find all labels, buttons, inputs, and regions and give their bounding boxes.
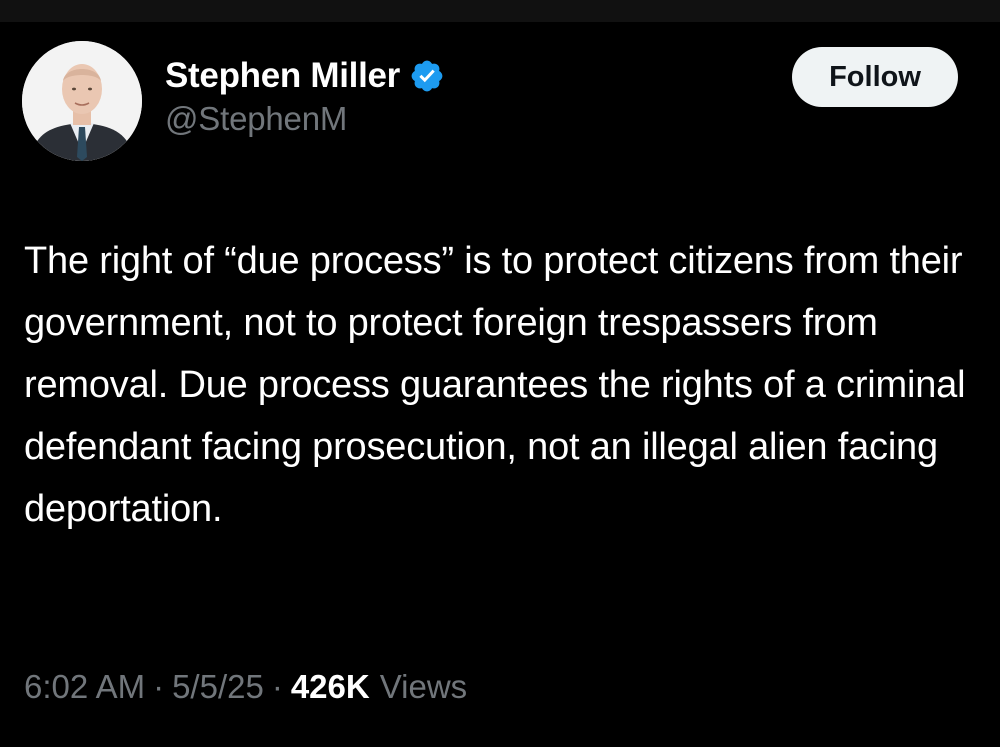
display-name[interactable]: Stephen Miller	[165, 56, 400, 96]
top-bar	[0, 0, 1000, 22]
verified-badge-icon[interactable]	[409, 58, 445, 94]
author-info: Stephen Miller @StephenM	[165, 54, 445, 138]
meta-separator: ·	[153, 668, 165, 705]
views-label[interactable]: Views	[380, 668, 467, 706]
tweet-date[interactable]: 5/5/25	[172, 668, 264, 706]
name-row: Stephen Miller	[165, 54, 445, 98]
avatar[interactable]	[22, 41, 142, 161]
handle[interactable]: @StephenM	[165, 100, 445, 138]
tweet-time[interactable]: 6:02 AM	[24, 668, 145, 706]
meta-separator: ·	[271, 668, 283, 705]
tweet-text: The right of “due process” is to protect…	[24, 240, 966, 530]
profile-photo	[22, 41, 142, 161]
tweet-card: Stephen Miller @StephenM Follow The righ…	[0, 22, 1000, 747]
views-count[interactable]: 426K	[291, 668, 370, 706]
follow-button[interactable]: Follow	[792, 47, 958, 107]
tweet-meta: 6:02 AM · 5/5/25 · 426K Views	[24, 668, 467, 706]
